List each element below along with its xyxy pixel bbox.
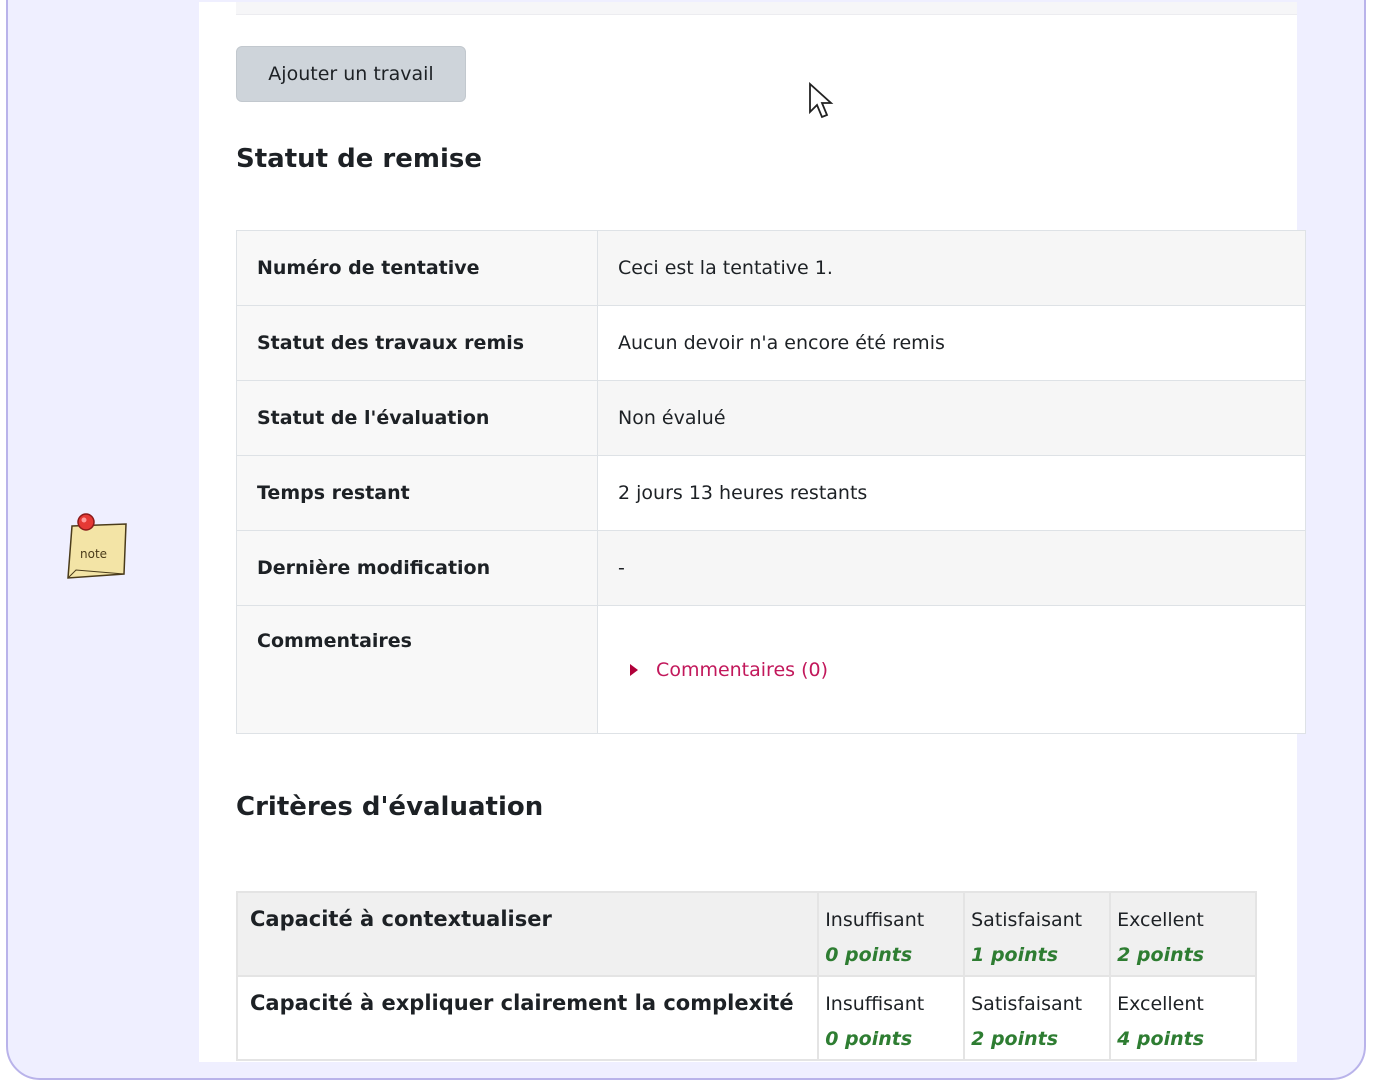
level-name: Satisfaisant [971,909,1083,931]
level-points: 4 points [1117,1028,1204,1050]
add-work-button[interactable]: Ajouter un travail [236,46,466,102]
outer-frame: Ajouter un travail Statut de remise Numé… [6,0,1366,1080]
rubric-table: Capacité à contextualiser Insuffisant 0 … [235,891,1257,1061]
level-name: Insuffisant [825,909,925,931]
rubric-row: Capacité à contextualiser Insuffisant 0 … [235,891,1257,977]
table-row: Temps restant 2 jours 13 heures restants [236,455,1306,531]
row-value: 2 jours 13 heures restants [597,455,1306,531]
row-label: Numéro de tentative [236,230,598,306]
row-value: Non évalué [597,380,1306,456]
submission-status-heading: Statut de remise [236,144,482,174]
level-cell[interactable]: Excellent 4 points [1109,975,1257,1061]
level-cell[interactable]: Insuffisant 0 points [817,891,966,977]
row-value: Ceci est la tentative 1. [597,230,1306,306]
level-name: Satisfaisant [971,993,1083,1015]
criterion-label: Capacité à expliquer clairement la compl… [235,975,820,1061]
level-points: 0 points [825,944,913,966]
note-icon: note [66,512,128,580]
row-label: Statut des travaux remis [236,305,598,381]
submission-status-table: Numéro de tentative Ceci est la tentativ… [236,230,1306,734]
comments-link[interactable]: Commentaires (0) [656,659,828,681]
comments-toggle[interactable]: Commentaires (0) [630,659,828,681]
row-value: - [597,530,1306,606]
level-cell[interactable]: Excellent 2 points [1109,891,1257,977]
mouse-pointer-icon [808,81,834,124]
table-row: Dernière modification - [236,530,1306,606]
comments-cell: Commentaires (0) [597,605,1306,734]
table-row: Statut de l'évaluation Non évalué [236,380,1306,456]
level-name: Excellent [1117,993,1204,1015]
table-row: Numéro de tentative Ceci est la tentativ… [236,230,1306,306]
level-points: 0 points [825,1028,913,1050]
top-strip [236,2,1297,15]
level-cell[interactable]: Insuffisant 0 points [817,975,966,1061]
row-label: Statut de l'évaluation [236,380,598,456]
table-row: Commentaires Commentaires (0) [236,605,1306,734]
level-cell[interactable]: Satisfaisant 1 points [963,891,1112,977]
row-label: Temps restant [236,455,598,531]
level-points: 2 points [1117,944,1204,966]
level-points: 2 points [971,1028,1059,1050]
criterion-label: Capacité à contextualiser [235,891,820,977]
rubric-row: Capacité à expliquer clairement la compl… [235,975,1257,1061]
level-name: Insuffisant [825,993,925,1015]
level-name: Excellent [1117,909,1204,931]
svg-text:note: note [80,547,107,561]
level-cell[interactable]: Satisfaisant 2 points [963,975,1112,1061]
caret-right-icon [630,663,638,676]
grading-criteria-heading: Critères d'évaluation [236,792,544,822]
main-panel: Ajouter un travail Statut de remise Numé… [199,2,1306,1062]
row-label: Commentaires [236,605,598,734]
row-value: Aucun devoir n'a encore été remis [597,305,1306,381]
table-row: Statut des travaux remis Aucun devoir n'… [236,305,1306,381]
level-points: 1 points [971,944,1059,966]
row-label: Dernière modification [236,530,598,606]
